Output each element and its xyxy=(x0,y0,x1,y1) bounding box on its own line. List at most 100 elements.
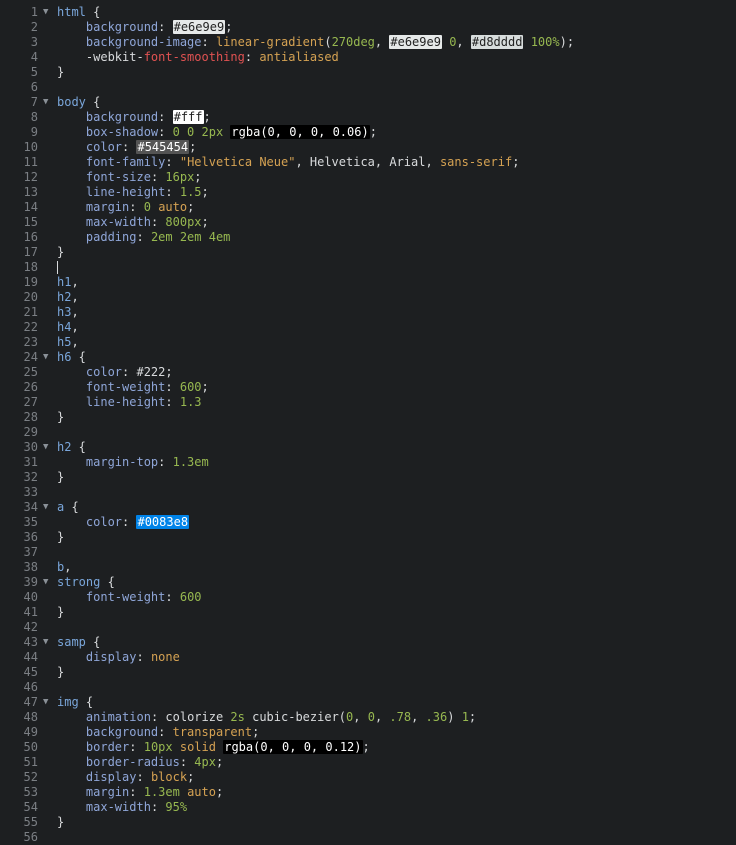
code-token: ; xyxy=(468,710,477,724)
fold-arrow-icon[interactable]: ▼ xyxy=(43,5,48,20)
code-line[interactable]: 55} xyxy=(0,815,736,830)
code-token: antialiased xyxy=(259,50,339,64)
code-line[interactable]: 14 margin: 0 auto; xyxy=(0,200,736,215)
code-line[interactable]: 53 margin: 1.3em auto; xyxy=(0,785,736,800)
code-editor[interactable]: 1 ▼ html {2 background: #e6e9e9; 3 backgrou… xyxy=(0,0,736,844)
code-line[interactable]: 20 h2, xyxy=(0,290,736,305)
code-text: background: #e6e9e9; xyxy=(57,20,232,35)
code-line[interactable]: 48 animation: colorize 2s cubic-bezier(0… xyxy=(0,710,736,725)
code-line[interactable]: 52 display: block; xyxy=(0,770,736,785)
code-line[interactable]: 50 border: 10px solid rgba(0, 0, 0, 0.12… xyxy=(0,740,736,755)
code-token: ; xyxy=(369,125,377,139)
code-line[interactable]: 30 ▼ h2 { xyxy=(0,440,736,455)
code-line[interactable]: 45} xyxy=(0,665,736,680)
code-token: border-radius xyxy=(85,755,180,769)
code-line[interactable]: 8 background: #fff; xyxy=(0,110,736,125)
line-number: 27 xyxy=(23,395,38,409)
code-line[interactable]: 19 h1, xyxy=(0,275,736,290)
code-token: block xyxy=(150,770,188,784)
code-line[interactable]: 25 color: #222; xyxy=(0,365,736,380)
code-line[interactable]: 26 font-weight: 600; xyxy=(0,380,736,395)
code-line[interactable]: 10 color: #545454; xyxy=(0,140,736,155)
code-line[interactable]: 37 xyxy=(0,545,736,560)
code-line[interactable]: 6 xyxy=(0,80,736,95)
code-line[interactable]: 1 ▼ html { xyxy=(0,5,736,20)
code-text: font-size: 16px; xyxy=(57,170,202,185)
code-line[interactable]: 21 h3, xyxy=(0,305,736,320)
code-line[interactable]: 34 ▼ a { xyxy=(0,500,736,515)
code-line[interactable]: 35 color: #0083e8 xyxy=(0,515,736,530)
code-line[interactable]: 7 ▼ body { xyxy=(0,95,736,110)
code-line[interactable]: 5} xyxy=(0,65,736,80)
code-line[interactable]: 2 background: #e6e9e9; xyxy=(0,20,736,35)
code-line[interactable]: 46 xyxy=(0,680,736,695)
code-line[interactable]: 54 max-width: 95% xyxy=(0,800,736,815)
code-token: samp xyxy=(57,635,86,649)
fold-arrow-icon[interactable]: ▼ xyxy=(43,695,48,710)
code-line[interactable]: 47 ▼ img { xyxy=(0,695,736,710)
code-token: none xyxy=(150,650,180,664)
line-number: 11 xyxy=(23,155,38,169)
code-line[interactable]: 36} xyxy=(0,530,736,545)
code-line[interactable]: 42 xyxy=(0,620,736,635)
code-token: display xyxy=(85,770,137,784)
code-token: img xyxy=(57,695,79,709)
code-line[interactable]: 9 box-shadow: 0 0 2px rgba(0, 0, 0, 0.06… xyxy=(0,125,736,140)
code-token: 1 xyxy=(461,710,469,724)
fold-arrow-icon[interactable]: ▼ xyxy=(43,95,48,110)
code-line[interactable]: 56 xyxy=(0,830,736,845)
fold-arrow-icon[interactable]: ▼ xyxy=(43,440,48,455)
code-token: ); xyxy=(559,35,575,49)
code-line[interactable]: 4 -webkit-font-smoothing: antialiased xyxy=(0,50,736,65)
code-token: font-smoothing xyxy=(143,50,245,64)
code-line[interactable]: 11 font-family: "Helvetica Neue", Helvet… xyxy=(0,155,736,170)
line-number: 52 xyxy=(23,770,38,784)
line-number: 6 xyxy=(30,80,38,94)
code-line[interactable]: 3 background-image: linear-gradient(270d… xyxy=(0,35,736,50)
code-line[interactable]: 33 xyxy=(0,485,736,500)
code-line[interactable]: 41} xyxy=(0,605,736,620)
code-line[interactable]: 23 h5, xyxy=(0,335,736,350)
line-number: 1 xyxy=(30,5,38,19)
fold-arrow-icon[interactable]: ▼ xyxy=(43,500,48,515)
code-line[interactable]: 12 font-size: 16px; xyxy=(0,170,736,185)
code-line[interactable]: 16 padding: 2em 2em 4em xyxy=(0,230,736,245)
code-line[interactable]: 15 max-width: 800px; xyxy=(0,215,736,230)
fold-arrow-icon[interactable]: ▼ xyxy=(43,635,48,650)
code-line[interactable]: 38 b, xyxy=(0,560,736,575)
code-token: strong xyxy=(57,575,101,589)
code-token: : xyxy=(122,515,137,529)
line-number: 55 xyxy=(23,815,38,829)
code-line[interactable]: 39 ▼ strong { xyxy=(0,575,736,590)
code-line[interactable]: 40 font-weight: 600 xyxy=(0,590,736,605)
code-token: 4px xyxy=(194,755,216,769)
code-token: } xyxy=(57,245,65,259)
line-number: 34 xyxy=(23,500,38,514)
code-line[interactable]: 24 ▼ h6 { xyxy=(0,350,736,365)
code-line[interactable]: 49 background: transparent; xyxy=(0,725,736,740)
code-text: background: #fff; xyxy=(57,110,211,125)
line-number: 47 xyxy=(23,695,38,709)
code-line[interactable]: 18 xyxy=(0,260,736,275)
code-line[interactable]: 44 display: none xyxy=(0,650,736,665)
fold-arrow-icon[interactable]: ▼ xyxy=(43,350,48,365)
line-number: 5 xyxy=(30,65,38,79)
code-line[interactable]: 43 ▼ samp { xyxy=(0,635,736,650)
code-line[interactable]: 32} xyxy=(0,470,736,485)
line-number: 14 xyxy=(23,200,38,214)
code-token: margin xyxy=(85,200,130,214)
color-swatch-token: #d8dddd xyxy=(470,35,524,49)
code-line[interactable]: 13 line-height: 1.5; xyxy=(0,185,736,200)
code-line[interactable]: 17} xyxy=(0,245,736,260)
code-line[interactable]: 51 border-radius: 4px; xyxy=(0,755,736,770)
code-line[interactable]: 22 h4, xyxy=(0,320,736,335)
code-line[interactable]: 28} xyxy=(0,410,736,425)
code-line[interactable]: 29 xyxy=(0,425,736,440)
code-line[interactable]: 27 line-height: 1.3 xyxy=(0,395,736,410)
code-line[interactable]: 31 margin-top: 1.3em xyxy=(0,455,736,470)
fold-arrow-icon[interactable]: ▼ xyxy=(43,575,48,590)
code-text: img { xyxy=(57,695,93,710)
